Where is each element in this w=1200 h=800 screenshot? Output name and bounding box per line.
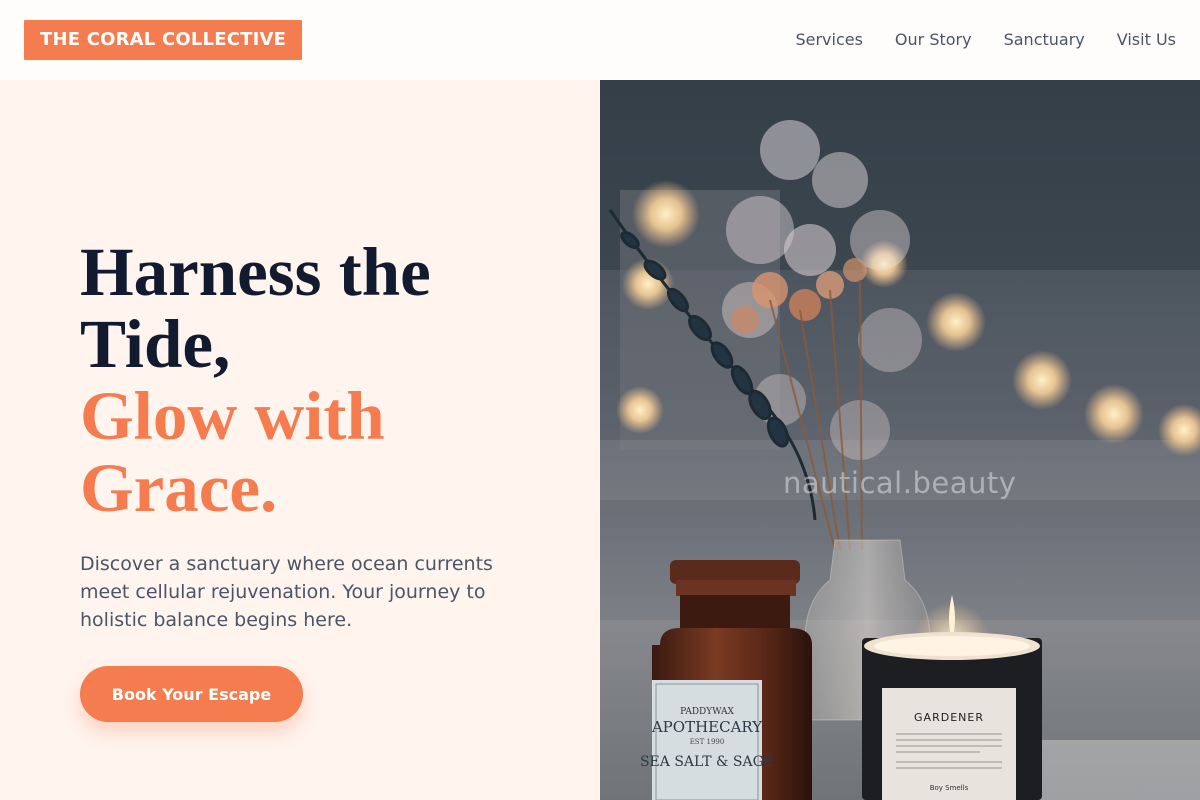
hero-headline: Harness the Tide, Glow with Grace. — [80, 236, 540, 524]
jar-label-title: APOTHECARY — [651, 718, 763, 736]
hero-photo-candles: PADDYWAX APOTHECARY EST 1990 SEA SALT & … — [600, 80, 1200, 800]
site-header: THE CORAL COLLECTIVE Services Our Story … — [0, 0, 1200, 80]
headline-line-2: Tide, — [80, 306, 231, 382]
hero-description: Discover a sanctuary where ocean current… — [80, 553, 493, 631]
hero-image-panel: PADDYWAX APOTHECARY EST 1990 SEA SALT & … — [600, 80, 1200, 800]
brand-logo[interactable]: THE CORAL COLLECTIVE — [24, 20, 303, 60]
nav-item-visit-us[interactable]: Visit Us — [1117, 30, 1176, 50]
hero-text-panel: Harness the Tide, Glow with Grace. Disco… — [0, 80, 600, 800]
headline-accent-2: Grace. — [80, 450, 278, 526]
nav-item-sanctuary[interactable]: Sanctuary — [1004, 30, 1085, 50]
headline-accent-1: Glow with — [80, 378, 385, 454]
jar-label-year: EST 1990 — [690, 738, 725, 746]
candle-label-sub: Boy Smells — [930, 784, 969, 792]
headline-line-1: Harness the — [80, 234, 431, 310]
candle-label-title: GARDENER — [914, 711, 984, 724]
nav-item-services[interactable]: Services — [795, 30, 862, 50]
book-escape-button[interactable]: Book Your Escape — [80, 666, 303, 722]
main-nav: Services Our Story Sanctuary Visit Us — [795, 30, 1176, 50]
jar-label-scent: SEA SALT & SAGE — [640, 754, 774, 770]
image-watermark: nautical.beauty — [783, 466, 1017, 500]
jar-label-brand: PADDYWAX — [680, 707, 734, 717]
nav-item-our-story[interactable]: Our Story — [895, 30, 972, 50]
